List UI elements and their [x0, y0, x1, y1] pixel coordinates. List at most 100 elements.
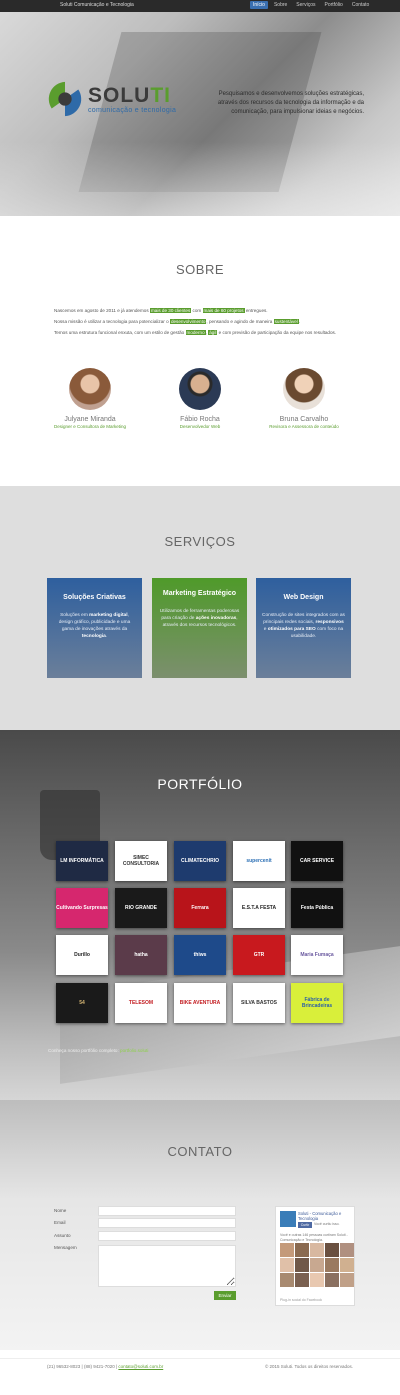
- fb-page-logo[interactable]: [280, 1211, 296, 1227]
- portfolio-tile[interactable]: Durillo: [56, 935, 108, 975]
- portfolio-tile[interactable]: Cultivando Surpresas: [56, 888, 108, 928]
- portfolio-tile[interactable]: hatha: [115, 935, 167, 975]
- footer: [0, 1350, 400, 1395]
- avatar: [179, 368, 221, 410]
- fb-face[interactable]: [295, 1243, 309, 1257]
- member-role: Desenvolvedor Web: [179, 424, 221, 429]
- servicos-title: SERVIÇOS: [164, 534, 236, 549]
- label-assunto: Assunto: [54, 1233, 71, 1238]
- fb-like-status: Você curtiu isso.: [314, 1222, 340, 1226]
- fb-face[interactable]: [310, 1273, 324, 1287]
- portfolio-tile[interactable]: BIKE AVENTURA: [174, 983, 226, 1023]
- label-nome: Nome: [54, 1208, 67, 1213]
- nav-item-contato[interactable]: Contato: [349, 1, 373, 9]
- hero-background-fade: [0, 142, 400, 216]
- assunto-field[interactable]: [98, 1231, 236, 1241]
- service-card-solucoes: Soluções Criativas Soluções em marketing…: [47, 578, 142, 678]
- nav-item-inicio[interactable]: Início: [250, 1, 268, 9]
- nome-field[interactable]: [98, 1206, 236, 1216]
- portfolio-tile[interactable]: CLIMATECHRIO: [174, 841, 226, 881]
- fb-face[interactable]: [295, 1258, 309, 1272]
- member-role: Designer e Consultora de Marketing: [53, 424, 127, 429]
- portfolio-tile[interactable]: SIMEC CONSULTORIA: [115, 841, 167, 881]
- member-role: Revisora e Assessora de conteúdo: [269, 424, 339, 429]
- fb-face[interactable]: [280, 1243, 294, 1257]
- portfolio-tile[interactable]: 54: [56, 983, 108, 1023]
- portfolio-tile[interactable]: Fábrica de Brincadeiras: [291, 983, 343, 1023]
- fb-face[interactable]: [340, 1243, 354, 1257]
- enviar-button[interactable]: Enviar: [214, 1291, 236, 1300]
- fb-face[interactable]: [280, 1258, 294, 1272]
- fb-like-summary: Você e outras 146 pessoas curtiram Solut…: [280, 1233, 348, 1242]
- footer-contact: (21) 96532-8023 | (88) 9421-7020 | conta…: [47, 1364, 164, 1369]
- main-nav: Início Sobre Serviços Portfólio Contato: [250, 1, 372, 9]
- fb-like-button[interactable]: Curtir: [298, 1222, 312, 1228]
- portfolio-section: PORTFÓLIO LM INFORMÁTICA SIMEC CONSULTORI…: [0, 730, 400, 1100]
- member-name: Fábio Rocha: [180, 416, 220, 423]
- fb-face[interactable]: [310, 1243, 324, 1257]
- service-card-webdesign: Web Design Construção de sites integrado…: [256, 578, 351, 678]
- team-member: Bruna Carvalho Revisora e Assessora de c…: [254, 368, 354, 429]
- brand-link[interactable]: Soluti Comunicação e Tecnologia: [60, 2, 134, 8]
- portfolio-tile[interactable]: TELESOM: [115, 983, 167, 1023]
- email-field[interactable]: [98, 1218, 236, 1228]
- nav-item-servicos[interactable]: Serviços: [293, 1, 318, 9]
- fb-page-title[interactable]: Soluti - Comunicação e Tecnologia: [298, 1211, 352, 1221]
- soluti-logo-icon: [48, 81, 82, 117]
- service-card-marketing: Marketing Estratégico Utilizamos de ferr…: [152, 578, 247, 678]
- nav-item-portfolio[interactable]: Portfólio: [321, 1, 345, 9]
- fb-face[interactable]: [295, 1273, 309, 1287]
- hero-section: SOLUTI comunicação e tecnologia Pesquisa…: [0, 12, 400, 216]
- fb-face[interactable]: [325, 1258, 339, 1272]
- logo-tagline: comunicação e tecnologia: [88, 106, 177, 114]
- card-title: Web Design: [283, 594, 324, 601]
- label-email: Email: [54, 1220, 66, 1225]
- logo-name: SOLUTI: [88, 83, 172, 107]
- portfolio-tile[interactable]: Festa Pública: [291, 888, 343, 928]
- member-name: Julyane Miranda: [64, 416, 116, 423]
- fb-face[interactable]: [340, 1258, 354, 1272]
- sobre-title: SOBRE: [175, 262, 224, 277]
- card-title: Soluções Criativas: [63, 594, 126, 601]
- portfolio-title: PORTFÓLIO: [157, 776, 243, 792]
- portfolio-tile[interactable]: supercenit: [233, 841, 285, 881]
- portfolio-tile[interactable]: GTR: [233, 935, 285, 975]
- servicos-section: SERVIÇOS Soluções Criativas Soluções em …: [0, 486, 400, 730]
- portfolio-tile[interactable]: Maria Fumaça: [291, 935, 343, 975]
- portfolio-tile[interactable]: E.S.T.A FESTA: [233, 888, 285, 928]
- footer-divider: [0, 1358, 400, 1359]
- team-member: Fábio Rocha Desenvolvedor Web: [150, 368, 250, 429]
- card-text: Soluções em marketing digital, design gr…: [58, 613, 131, 639]
- portfolio-tile[interactable]: Ferrara: [174, 888, 226, 928]
- portfolio-tile[interactable]: thiws: [174, 935, 226, 975]
- portfolio-tile[interactable]: CAR SERVICE: [291, 841, 343, 881]
- avatar: [69, 368, 111, 410]
- sobre-paragraph-3: Temos uma estrutura funcional enxuta, co…: [54, 330, 337, 335]
- fb-face[interactable]: [280, 1273, 294, 1287]
- fb-faces-grid: [280, 1243, 354, 1287]
- fb-face[interactable]: [310, 1258, 324, 1272]
- card-text: Utilizamos de ferramentas poderosas para…: [159, 609, 240, 628]
- portfolio-tile[interactable]: LM INFORMÁTICA: [56, 841, 108, 881]
- fb-face[interactable]: [340, 1273, 354, 1287]
- sobre-paragraph-2: Nossa missão é utilizar a tecnologia par…: [54, 319, 301, 324]
- fb-face[interactable]: [325, 1273, 339, 1287]
- mensagem-field[interactable]: [98, 1245, 236, 1287]
- portfolio-tile[interactable]: RIO GRANDE: [115, 888, 167, 928]
- label-mensagem: Mensagem: [54, 1245, 77, 1250]
- portfolio-link[interactable]: portfolio.soluti: [120, 1048, 148, 1053]
- portfolio-tile[interactable]: SILVA BASTOS: [233, 983, 285, 1023]
- background-keyboard: [60, 946, 400, 1084]
- facebook-widget: Soluti - Comunicação e Tecnologia Curtir…: [275, 1206, 355, 1306]
- team-members: Julyane Miranda Designer e Consultora de…: [0, 368, 400, 438]
- soluti-logo: SOLUTI comunicação e tecnologia: [46, 80, 176, 118]
- fb-face[interactable]: [325, 1243, 339, 1257]
- footer-copyright: © 2015 Soluti. Todos os direitos reserva…: [264, 1364, 353, 1369]
- team-member: Julyane Miranda Designer e Consultora de…: [40, 368, 140, 429]
- nav-item-sobre[interactable]: Sobre: [271, 1, 290, 9]
- portfolio-note: Conheça nosso portfólio completo: portfo…: [48, 1048, 149, 1053]
- member-name: Bruna Carvalho: [279, 416, 329, 423]
- fb-plugin-label: Plug-in social do Facebook: [280, 1298, 323, 1302]
- sobre-paragraph-1: Nascemos em agosto de 2011 e já atendemo…: [54, 308, 268, 313]
- footer-email-link[interactable]: contato@soluti.com.br: [118, 1364, 163, 1369]
